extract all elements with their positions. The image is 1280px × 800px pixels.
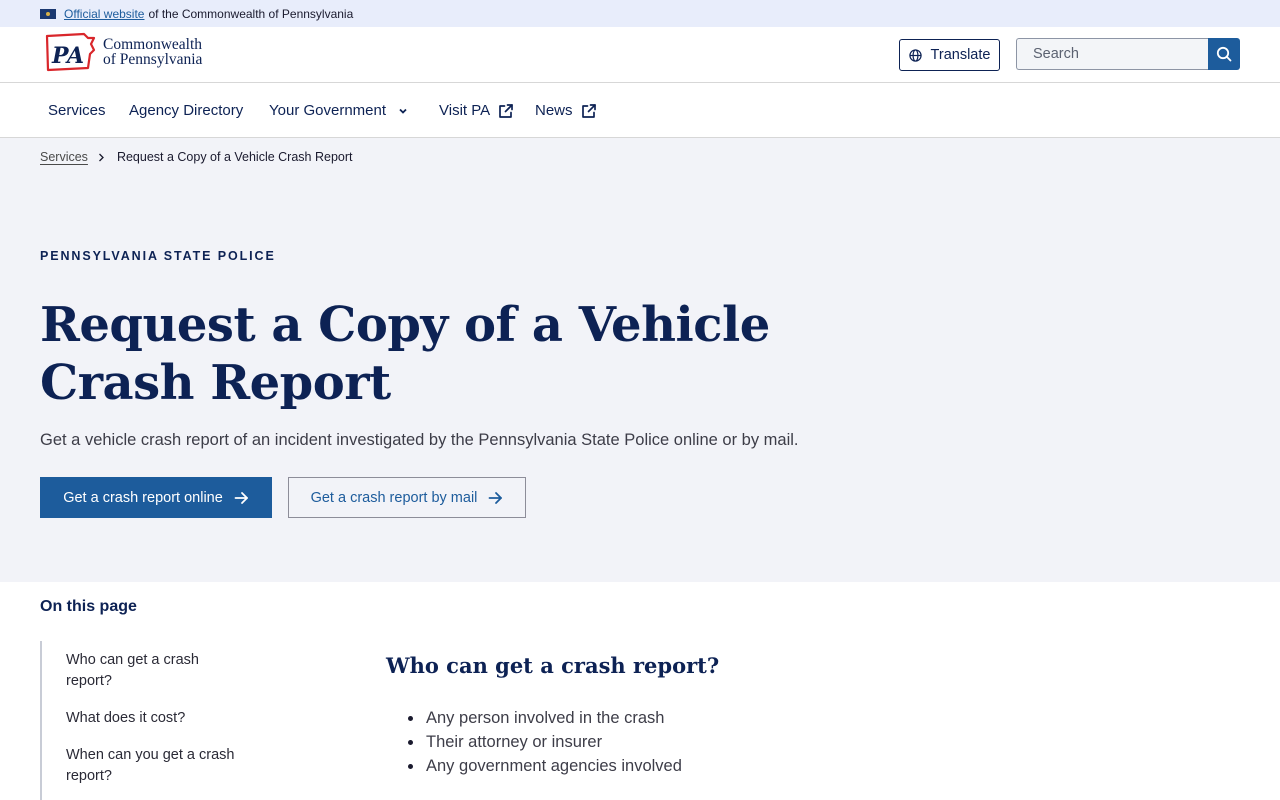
page-title: Request a Copy of a Vehicle Crash Report xyxy=(40,297,770,411)
pa-keystone-logo-icon: PA xyxy=(44,32,96,72)
official-website-link[interactable]: Official website xyxy=(64,7,144,21)
search-icon xyxy=(1216,46,1232,62)
on-this-page-nav: Who can get a crash report? What does it… xyxy=(40,641,260,800)
search-input[interactable] xyxy=(1016,38,1208,70)
section-heading: Who can get a crash report? xyxy=(386,653,720,678)
external-link-icon xyxy=(581,103,596,118)
eligibility-list: Any person involved in the crash Their a… xyxy=(408,706,682,778)
crash-report-online-button[interactable]: Get a crash report online xyxy=(40,477,272,518)
logo-line-1: Commonwealth xyxy=(103,36,203,53)
arrow-right-icon xyxy=(234,491,248,504)
toc-link[interactable]: Who can get a crash report? xyxy=(66,650,246,692)
site-header: PA Commonwealth of Pennsylvania Translat… xyxy=(0,27,1280,83)
search-bar xyxy=(1016,38,1240,70)
nav-item-your-government[interactable]: Your Government xyxy=(269,102,408,119)
globe-icon xyxy=(908,48,922,62)
nav-label: Agency Directory xyxy=(129,102,244,119)
nav-label: Visit PA xyxy=(439,102,491,119)
button-label: Get a crash report online xyxy=(63,489,223,506)
toc-link[interactable]: What does it cost? xyxy=(66,708,246,729)
chevron-right-icon xyxy=(98,153,105,162)
list-item: Any government agencies involved xyxy=(408,754,682,778)
nav-item-news[interactable]: News xyxy=(535,102,597,119)
nav-label: Your Government xyxy=(269,102,387,119)
breadcrumb-current: Request a Copy of a Vehicle Crash Report xyxy=(116,150,353,164)
external-link-icon xyxy=(499,103,513,118)
crash-report-mail-button[interactable]: Get a crash report by mail xyxy=(288,477,526,518)
nav-item-agency-directory[interactable]: Agency Directory xyxy=(129,102,243,119)
main-nav: Services Agency Directory Your Governmen… xyxy=(0,83,1280,138)
translate-button[interactable]: Translate xyxy=(899,39,1000,71)
toc-link[interactable]: When can you get a crash report? xyxy=(66,745,246,787)
translate-label: Translate xyxy=(930,47,991,63)
pa-flag-icon xyxy=(40,8,56,19)
on-this-page-title: On this page xyxy=(40,598,137,615)
breadcrumb: Services Request a Copy of a Vehicle Cra… xyxy=(40,150,352,164)
pa-logo[interactable]: PA Commonwealth of Pennsylvania xyxy=(44,32,202,72)
button-label: Get a crash report by mail xyxy=(310,489,478,506)
list-item: Their attorney or insurer xyxy=(408,730,682,754)
list-item: Any person involved in the crash xyxy=(408,706,682,730)
nav-item-services[interactable]: Services xyxy=(48,102,106,119)
breadcrumb-services-link[interactable]: Services xyxy=(40,150,88,164)
agency-label: PENNSYLVANIA STATE POLICE xyxy=(40,249,276,263)
arrow-right-icon xyxy=(489,491,503,504)
nav-label: Services xyxy=(48,102,106,119)
page-intro: Get a vehicle crash report of an inciden… xyxy=(40,431,799,449)
chevron-down-icon xyxy=(399,108,407,114)
logo-line-2: of Pennsylvania xyxy=(103,51,203,68)
nav-label: News xyxy=(535,102,573,119)
search-button[interactable] xyxy=(1208,38,1240,70)
official-banner-text: of the Commonwealth of Pennsylvania xyxy=(148,6,354,21)
nav-item-visit-pa[interactable]: Visit PA xyxy=(439,102,514,119)
official-banner: Official website of the Commonwealth of … xyxy=(0,0,1280,27)
hero-section: Services Request a Copy of a Vehicle Cra… xyxy=(0,138,1280,582)
logo-mark-text: PA xyxy=(51,43,84,69)
